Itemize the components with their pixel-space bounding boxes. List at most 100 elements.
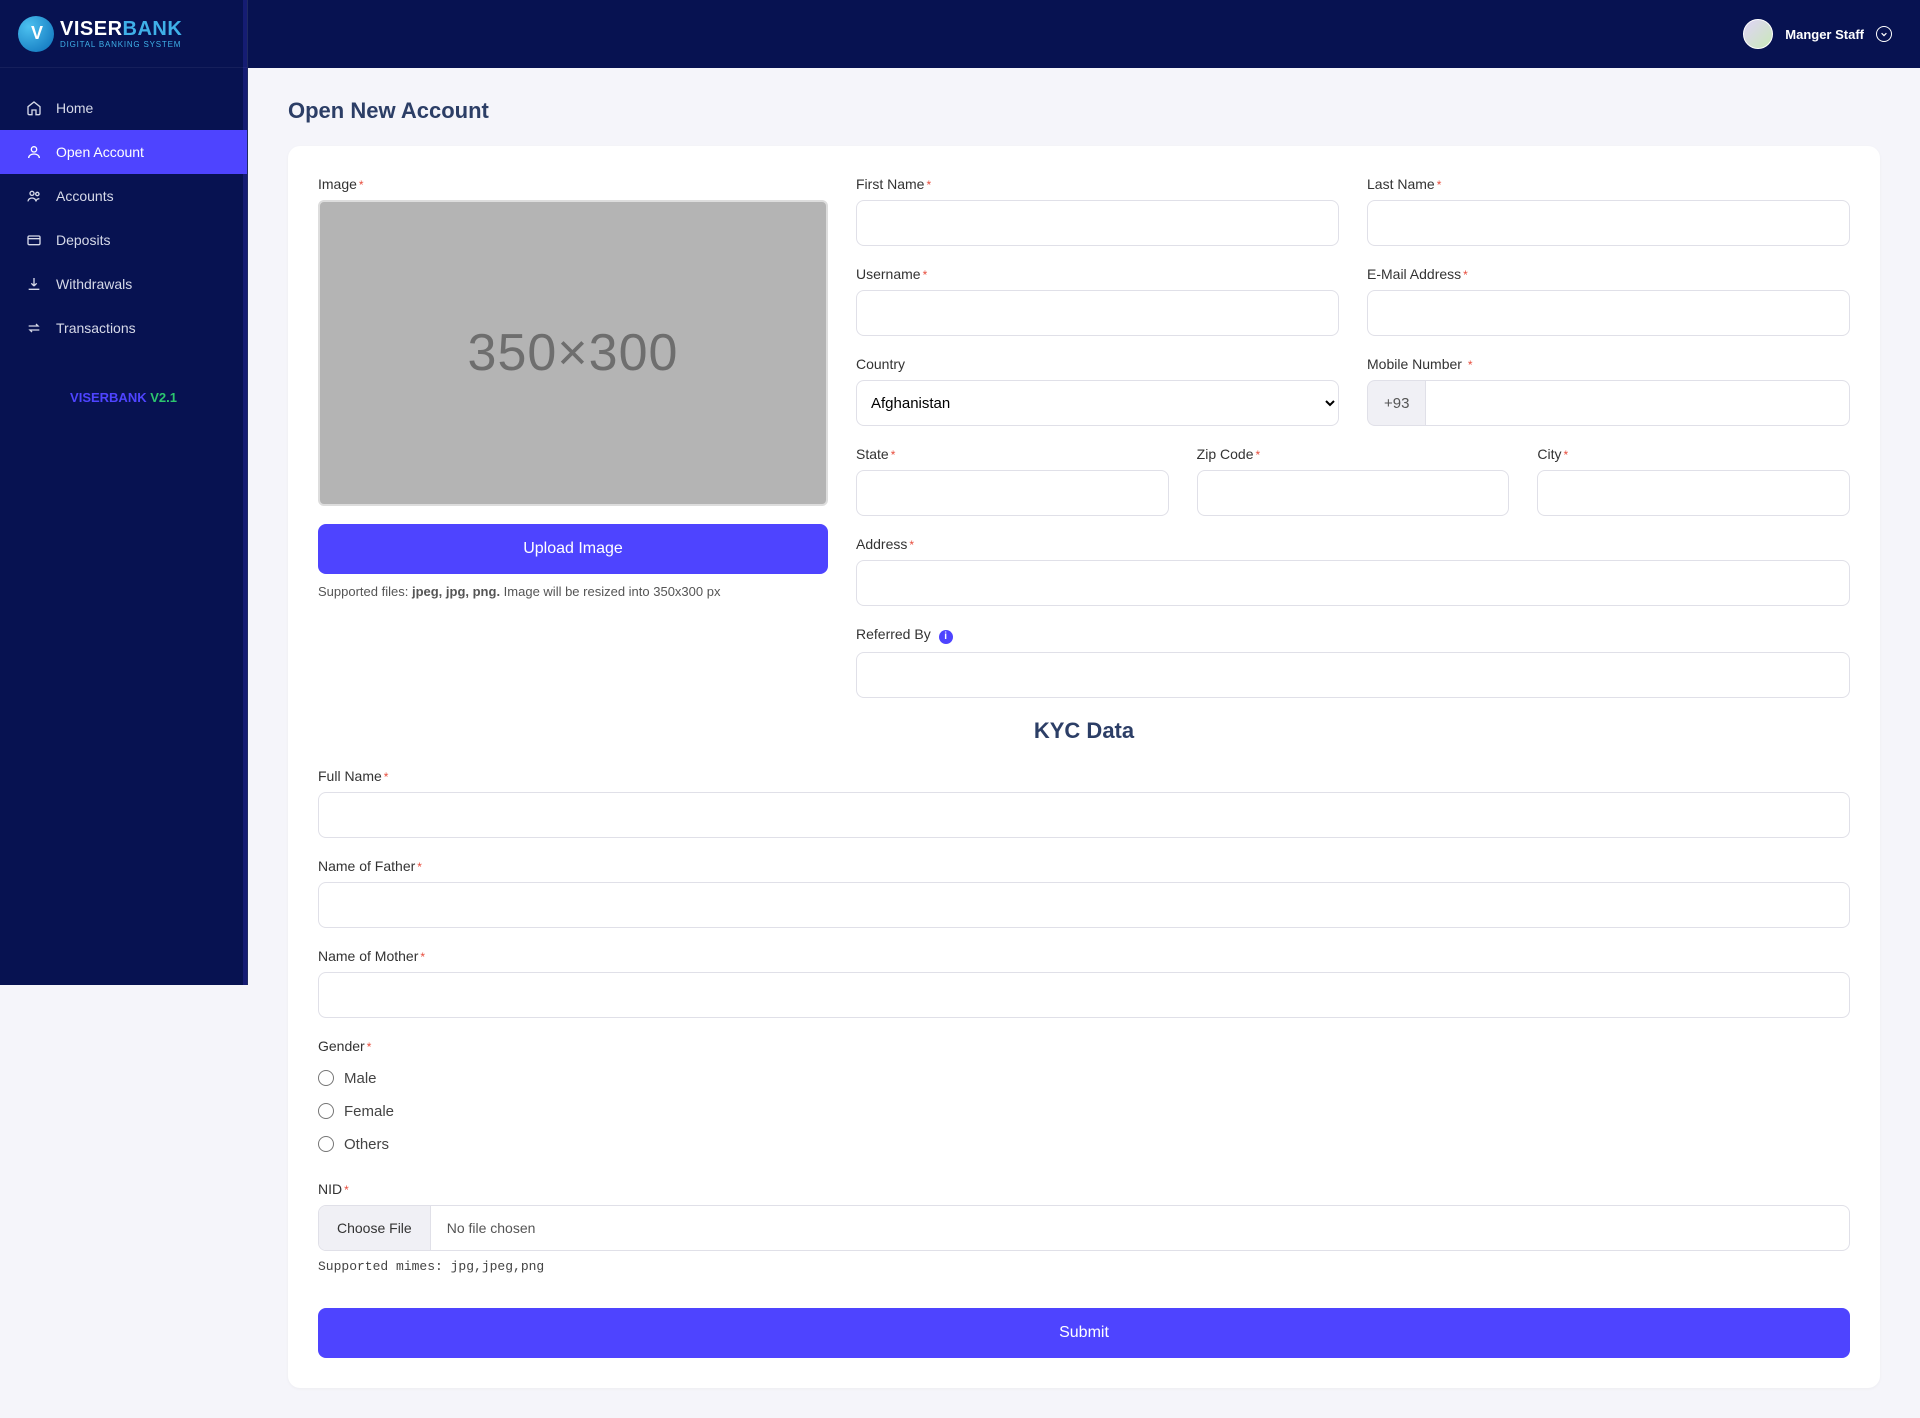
page-title: Open New Account	[288, 98, 1880, 124]
referred-label: Referred By i	[856, 626, 1850, 644]
kyc-title: KYC Data	[318, 718, 1850, 744]
nid-label: NID*	[318, 1181, 1850, 1197]
file-chosen-text: No file chosen	[431, 1220, 552, 1236]
label-text: Referred By	[856, 626, 931, 642]
image-label: Image*	[318, 176, 828, 192]
label-text: City	[1537, 446, 1561, 462]
upload-help: Supported files: jpeg, jpg, png. Image w…	[318, 584, 828, 599]
placeholder-size: 350×300	[468, 323, 679, 383]
zip-input[interactable]	[1197, 470, 1510, 516]
label-text: Name of Father	[318, 858, 415, 874]
sidebar-item-label: Open Account	[56, 144, 144, 160]
country-select[interactable]: Afghanistan	[856, 380, 1339, 426]
sidebar-item-deposits[interactable]: Deposits	[0, 218, 247, 262]
radio-male[interactable]	[318, 1070, 334, 1086]
first-name-label: First Name*	[856, 176, 1339, 192]
required-mark: *	[367, 1040, 372, 1054]
help-prefix: Supported files:	[318, 584, 412, 599]
users-icon	[26, 188, 42, 204]
city-input[interactable]	[1537, 470, 1850, 516]
label-text: First Name	[856, 176, 924, 192]
state-input[interactable]	[856, 470, 1169, 516]
first-name-input[interactable]	[856, 200, 1339, 246]
logo: V VISERBANK DIGITAL BANKING SYSTEM	[0, 0, 247, 68]
image-preview: 350×300	[318, 200, 828, 506]
mother-input[interactable]	[318, 972, 1850, 1018]
sidebar-item-home[interactable]: Home	[0, 86, 247, 130]
mimes-help: Supported mimes: jpg,jpeg,png	[318, 1259, 1850, 1274]
required-mark: *	[417, 860, 422, 874]
help-suffix: Image will be resized into 350x300 px	[500, 584, 720, 599]
brand-bank: BANK	[123, 18, 183, 40]
radio-others[interactable]	[318, 1136, 334, 1152]
chevron-down-icon[interactable]	[1876, 26, 1892, 42]
father-label: Name of Father*	[318, 858, 1850, 874]
home-icon	[26, 100, 42, 116]
footer-brand: VISERBANK	[70, 390, 147, 405]
sidebar-footer: VISERBANK V2.1	[0, 390, 247, 405]
sidebar-item-open-account[interactable]: Open Account	[0, 130, 247, 174]
help-types: jpeg, jpg, png.	[412, 584, 500, 599]
gender-option-others[interactable]: Others	[318, 1136, 1850, 1153]
radio-female[interactable]	[318, 1103, 334, 1119]
required-mark: *	[1463, 268, 1468, 282]
label-text: State	[856, 446, 889, 462]
username-input[interactable]	[856, 290, 1339, 336]
required-mark: *	[359, 178, 364, 192]
required-mark: *	[926, 178, 931, 192]
sidebar-item-transactions[interactable]: Transactions	[0, 306, 247, 350]
label-text: Full Name	[318, 768, 382, 784]
required-mark: *	[891, 448, 896, 462]
exchange-icon	[26, 320, 42, 336]
city-label: City*	[1537, 446, 1850, 462]
sidebar: V VISERBANK DIGITAL BANKING SYSTEM Home …	[0, 0, 248, 985]
user-name: Manger Staff	[1785, 27, 1864, 42]
wallet-icon	[26, 232, 42, 248]
form-card: Image* 350×300 Upload Image Supported fi…	[288, 146, 1880, 1388]
upload-image-button[interactable]: Upload Image	[318, 524, 828, 574]
submit-button[interactable]: Submit	[318, 1308, 1850, 1358]
referred-input[interactable]	[856, 652, 1850, 698]
brand-tagline: DIGITAL BANKING SYSTEM	[60, 41, 182, 49]
sidebar-item-label: Transactions	[56, 320, 136, 336]
required-mark: *	[1468, 358, 1473, 372]
radio-label: Male	[344, 1070, 377, 1087]
info-icon[interactable]: i	[939, 630, 953, 644]
sidebar-item-label: Accounts	[56, 188, 114, 204]
full-name-input[interactable]	[318, 792, 1850, 838]
choose-file-button[interactable]: Choose File	[319, 1206, 431, 1250]
label-text: Address	[856, 536, 907, 552]
gender-option-female[interactable]: Female	[318, 1103, 1850, 1120]
sidebar-item-accounts[interactable]: Accounts	[0, 174, 247, 218]
required-mark: *	[344, 1183, 349, 1197]
label-text: E-Mail Address	[1367, 266, 1461, 282]
zip-label: Zip Code*	[1197, 446, 1510, 462]
label-text: Zip Code	[1197, 446, 1254, 462]
sidebar-item-withdrawals[interactable]: Withdrawals	[0, 262, 247, 306]
nid-file-control[interactable]: Choose File No file chosen	[318, 1205, 1850, 1251]
topbar: Manger Staff	[248, 0, 1920, 68]
address-input[interactable]	[856, 560, 1850, 606]
state-label: State*	[856, 446, 1169, 462]
required-mark: *	[1563, 448, 1568, 462]
required-mark: *	[420, 950, 425, 964]
radio-label: Others	[344, 1136, 389, 1153]
gender-label: Gender*	[318, 1038, 1850, 1054]
required-mark: *	[923, 268, 928, 282]
full-name-label: Full Name*	[318, 768, 1850, 784]
address-label: Address*	[856, 536, 1850, 552]
label-text: Country	[856, 356, 905, 372]
download-icon	[26, 276, 42, 292]
email-input[interactable]	[1367, 290, 1850, 336]
father-input[interactable]	[318, 882, 1850, 928]
mobile-input[interactable]	[1425, 380, 1850, 426]
gender-option-male[interactable]: Male	[318, 1070, 1850, 1087]
nav: Home Open Account Accounts Deposits With…	[0, 68, 247, 350]
avatar[interactable]	[1743, 19, 1773, 49]
last-name-input[interactable]	[1367, 200, 1850, 246]
label-text: NID	[318, 1181, 342, 1197]
last-name-label: Last Name*	[1367, 176, 1850, 192]
sidebar-item-label: Home	[56, 100, 93, 116]
label-text: Mobile Number	[1367, 356, 1462, 372]
sidebar-item-label: Deposits	[56, 232, 110, 248]
